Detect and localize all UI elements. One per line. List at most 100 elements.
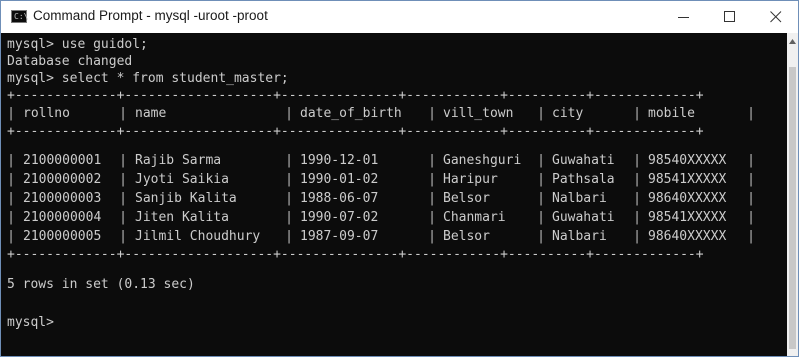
- rollno-cell: 2100000004: [23, 210, 102, 225]
- column-separator: |: [119, 191, 127, 206]
- rollno-cell: 2100000002: [23, 172, 102, 187]
- maximize-button[interactable]: [707, 1, 753, 33]
- mobile-cell: 98640XXXXX: [648, 229, 727, 244]
- mobile-cell: 98640XXXXX: [648, 191, 727, 206]
- maximize-icon: [724, 11, 735, 22]
- column-separator: |: [428, 191, 436, 206]
- column-separator: |: [747, 172, 755, 187]
- name-cell: Jyoti Saikia: [135, 172, 229, 187]
- vill-town-cell: Chanmari: [443, 210, 506, 225]
- table-border: +-------------+-------------------+-----…: [7, 247, 704, 262]
- vertical-scrollbar[interactable]: [787, 33, 798, 356]
- title-bar[interactable]: C:\ Command Prompt - mysql -uroot -proot: [1, 1, 798, 33]
- minimize-button[interactable]: [661, 1, 707, 33]
- name-cell: Rajib Sarma: [135, 153, 222, 168]
- column-separator: |: [747, 153, 755, 168]
- close-button[interactable]: [753, 1, 798, 33]
- column-separator: |: [119, 210, 127, 225]
- column-separator: |: [7, 191, 15, 206]
- column-separator: |: [428, 229, 436, 244]
- column-separator: |: [7, 229, 15, 244]
- column-separator: |: [747, 106, 755, 121]
- column-header: rollno: [23, 106, 70, 121]
- column-separator: |: [633, 172, 641, 187]
- date-of-birth-cell: 1988-06-07: [300, 191, 379, 206]
- column-separator: |: [633, 153, 641, 168]
- column-separator: |: [537, 210, 545, 225]
- column-separator: |: [537, 229, 545, 244]
- column-separator: |: [428, 106, 436, 121]
- vill-town-cell: Ganeshguri: [443, 153, 522, 168]
- column-separator: |: [7, 210, 15, 225]
- column-header: name: [135, 106, 167, 121]
- console-line: mysql> use guidol;: [7, 37, 148, 52]
- rollno-cell: 2100000005: [23, 229, 102, 244]
- column-separator: |: [633, 106, 641, 121]
- column-header: mobile: [648, 106, 695, 121]
- city-cell: Nalbari: [552, 229, 607, 244]
- table-row: | 2100000005 | Jilmil Choudhury | 1987-0…: [7, 227, 755, 246]
- column-header: date_of_birth: [300, 106, 402, 121]
- city-cell: Nalbari: [552, 191, 607, 206]
- column-separator: |: [119, 153, 127, 168]
- table-border: +-------------+-------------------+-----…: [7, 88, 704, 103]
- column-separator: |: [428, 210, 436, 225]
- column-separator: |: [537, 106, 545, 121]
- column-separator: |: [747, 210, 755, 225]
- table-row: | 2100000003 | Sanjib Kalita | 1988-06-0…: [7, 189, 755, 208]
- console-line: mysql> select * from student_master;: [7, 71, 289, 86]
- vill-town-cell: Belsor: [443, 191, 490, 206]
- command-prompt-window: C:\ Command Prompt - mysql -uroot -proot…: [0, 0, 799, 357]
- column-separator: |: [7, 106, 15, 121]
- column-separator: |: [285, 172, 293, 187]
- mobile-cell: 98541XXXXX: [648, 172, 727, 187]
- table-header-row: | rollno | name | date_of_birth | vill_t…: [7, 104, 755, 123]
- column-separator: |: [747, 229, 755, 244]
- column-separator: |: [285, 106, 293, 121]
- name-cell: Sanjib Kalita: [135, 191, 237, 206]
- column-separator: |: [428, 172, 436, 187]
- result-summary: 5 rows in set (0.13 sec): [7, 277, 195, 292]
- mysql-prompt[interactable]: mysql>: [7, 314, 54, 331]
- column-separator: |: [537, 172, 545, 187]
- city-cell: Guwahati: [552, 210, 615, 225]
- column-separator: |: [633, 229, 641, 244]
- city-cell: Guwahati: [552, 153, 615, 168]
- table-row: | 2100000002 | Jyoti Saikia | 1990-01-02…: [7, 170, 755, 189]
- name-cell: Jiten Kalita: [135, 210, 229, 225]
- console-output[interactable]: mysql> use guidol; Database changed mysq…: [1, 33, 787, 356]
- minimize-icon: [678, 17, 689, 18]
- window-title: Command Prompt - mysql -uroot -proot: [33, 8, 268, 23]
- column-separator: |: [119, 172, 127, 187]
- city-cell: Pathsala: [552, 172, 615, 187]
- column-header: city: [552, 106, 584, 121]
- date-of-birth-cell: 1990-07-02: [300, 210, 379, 225]
- table-row: | 2100000001 | Rajib Sarma | 1990-12-01 …: [7, 151, 755, 170]
- column-separator: |: [285, 191, 293, 206]
- close-icon: [770, 11, 782, 23]
- column-separator: |: [428, 153, 436, 168]
- vill-town-cell: Haripur: [443, 172, 498, 187]
- column-separator: |: [537, 191, 545, 206]
- date-of-birth-cell: 1990-01-02: [300, 172, 379, 187]
- table-border: +-------------+-------------------+-----…: [7, 124, 704, 139]
- mobile-cell: 98541XXXXX: [648, 210, 727, 225]
- column-separator: |: [285, 210, 293, 225]
- date-of-birth-cell: 1990-12-01: [300, 153, 379, 168]
- scroll-up-arrow-icon[interactable]: [788, 37, 797, 47]
- rollno-cell: 2100000003: [23, 191, 102, 206]
- date-of-birth-cell: 1987-09-07: [300, 229, 379, 244]
- column-separator: |: [633, 191, 641, 206]
- column-separator: |: [119, 229, 127, 244]
- column-separator: |: [7, 172, 15, 187]
- rollno-cell: 2100000001: [23, 153, 102, 168]
- table-row: | 2100000004 | Jiten Kalita | 1990-07-02…: [7, 208, 755, 227]
- column-separator: |: [285, 153, 293, 168]
- vill-town-cell: Belsor: [443, 229, 490, 244]
- mobile-cell: 98540XXXXX: [648, 153, 727, 168]
- name-cell: Jilmil Choudhury: [135, 229, 261, 244]
- column-separator: |: [119, 106, 127, 121]
- column-header: vill_town: [443, 106, 514, 121]
- scrollbar-thumb[interactable]: [789, 67, 796, 349]
- command-prompt-icon[interactable]: C:\: [11, 10, 28, 23]
